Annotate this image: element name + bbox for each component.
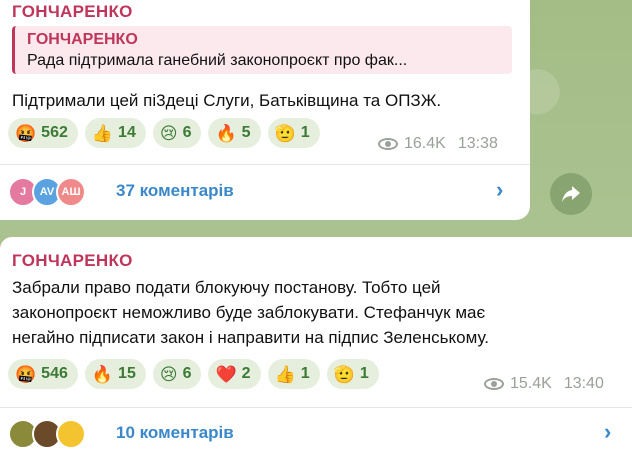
reaction-count: 2: [241, 365, 251, 382]
share-arrow-icon[interactable]: [550, 173, 592, 215]
message-text: Забрали право подати блокуючу постанову.…: [12, 278, 489, 347]
reaction-count: 14: [118, 124, 136, 141]
comments-label: 10 коментарів: [116, 423, 234, 442]
reaction-emoji: 🫡: [333, 364, 355, 384]
message-time: 13:40: [563, 375, 604, 392]
reaction-emoji: 🤬: [15, 123, 37, 143]
reaction-count: 562: [41, 124, 68, 141]
message-meta: 15.4K 13:40: [484, 375, 604, 393]
message-time: 13:38: [457, 135, 498, 152]
reactions-bar: 🤬 562 👍 14 😢 6 🔥 5 🫡 1: [8, 118, 320, 148]
reaction-emoji: 🔥: [91, 364, 114, 384]
comments-button[interactable]: J AV АШ 37 коментарів ›: [0, 169, 530, 215]
commenter-avatars: [8, 419, 88, 449]
avatar: [56, 419, 86, 449]
reaction-emoji: 👍: [91, 123, 114, 143]
message-author[interactable]: ГОНЧАРЕНКО: [12, 2, 133, 22]
reaction-button[interactable]: 👍 14: [84, 118, 146, 148]
quote-author: ГОНЧАРЕНКО: [27, 31, 138, 48]
reaction-button[interactable]: 😢 6: [152, 359, 202, 389]
reaction-button[interactable]: 🫡 1: [267, 118, 320, 148]
message-meta: 16.4K 13:38: [378, 135, 498, 153]
reaction-emoji: 🔥: [215, 123, 237, 143]
eye-icon: [484, 378, 504, 390]
chevron-right-icon: ›: [496, 177, 504, 202]
eye-icon: [378, 138, 398, 150]
reaction-count: 6: [182, 365, 192, 382]
avatar: АШ: [56, 177, 86, 207]
comments-label: 37 коментарів: [116, 181, 234, 200]
message-bubble[interactable]: ГОНЧАРЕНКО ГОНЧАРЕНКО Рада підтримала га…: [0, 0, 530, 220]
reaction-count: 5: [241, 124, 251, 141]
view-count: 16.4K: [404, 135, 446, 152]
reaction-button[interactable]: 🔥 5: [208, 118, 261, 148]
reaction-button[interactable]: 🤬 546: [8, 359, 78, 389]
reaction-button[interactable]: 😢 6: [152, 118, 202, 148]
reaction-count: 1: [300, 124, 310, 141]
quote-text: Рада підтримала ганебний законопроєкт пр…: [27, 52, 408, 69]
message-author[interactable]: ГОНЧАРЕНКО: [12, 251, 133, 271]
reactions-bar: 🤬 546 🔥 15 😢 6 ❤️ 2 👍 1 🫡 1: [8, 359, 379, 389]
reaction-button[interactable]: ❤️ 2: [208, 359, 261, 389]
reaction-emoji: 😢: [159, 123, 178, 143]
reaction-count: 6: [182, 124, 192, 141]
reaction-count: 546: [41, 365, 68, 382]
reaction-count: 1: [300, 365, 310, 382]
reaction-button[interactable]: 👍 1: [267, 359, 320, 389]
comments-button[interactable]: 10 коментарів ›: [0, 411, 632, 457]
reaction-count: 1: [359, 365, 369, 382]
divider: [0, 407, 632, 408]
reaction-button[interactable]: 🔥 15: [84, 359, 146, 389]
reaction-emoji: 👍: [274, 364, 296, 384]
reaction-emoji: 🤬: [15, 364, 37, 384]
reaction-button[interactable]: 🤬 562: [8, 118, 78, 148]
message-bubble[interactable]: ГОНЧАРЕНКО Забрали право подати блокуючу…: [0, 237, 632, 459]
message-text: Підтримали цей пі3деці Слуги, Батьківщин…: [12, 91, 442, 110]
reaction-emoji: 🫡: [274, 123, 296, 143]
view-count: 15.4K: [510, 375, 552, 392]
reaction-emoji: ❤️: [215, 364, 237, 384]
chevron-right-icon: ›: [604, 419, 612, 444]
reaction-button[interactable]: 🫡 1: [326, 359, 379, 389]
reaction-emoji: 😢: [159, 364, 178, 384]
reaction-count: 15: [118, 365, 136, 382]
divider: [0, 164, 530, 165]
commenter-avatars: J AV АШ: [8, 177, 88, 207]
reply-quote[interactable]: ГОНЧАРЕНКО Рада підтримала ганебний зако…: [12, 26, 512, 74]
